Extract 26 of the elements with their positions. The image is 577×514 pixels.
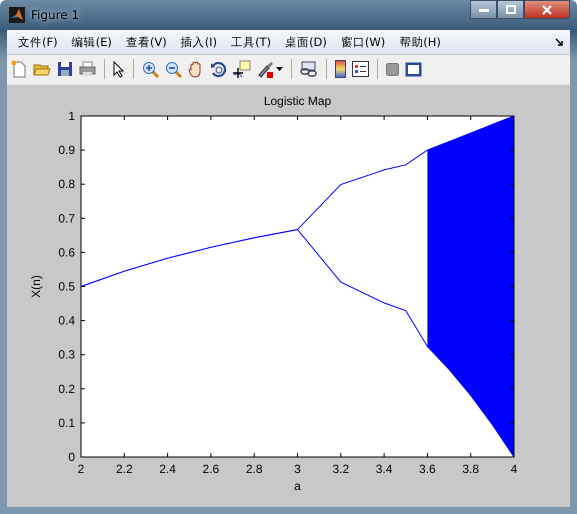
x-tick-label: 3.6	[419, 462, 436, 476]
y-tick-label: 0.5	[58, 280, 75, 294]
x-tick-label: 2.4	[159, 462, 176, 476]
y-tick-label: 0.1	[58, 416, 75, 430]
y-tick-label: 0.6	[58, 245, 75, 260]
x-tick-label: 2.2	[116, 462, 133, 476]
y-tick-label: 1	[68, 109, 75, 123]
x-tick-label: 3.2	[332, 462, 350, 476]
x-tick-label: 3	[294, 462, 301, 476]
x-tick-label: 4	[510, 462, 518, 476]
x-tick-label: 3.4	[376, 462, 392, 476]
x-tick-label: 3.8	[462, 462, 480, 476]
y-tick-label: 0.7	[58, 211, 75, 226]
y-tick-label: 0.8	[58, 177, 75, 192]
y-axis-label: X(n)	[29, 275, 43, 298]
window-title: Figure 1	[31, 8, 80, 22]
y-tick-label: 0.9	[58, 143, 75, 158]
y-tick-label: 0.4	[58, 314, 75, 328]
x-tick-label: 2.6	[202, 462, 220, 476]
chart-title: Logistic Map	[264, 94, 332, 108]
y-tick-label: 0.2	[58, 382, 75, 396]
x-tick-label: 2.8	[246, 462, 263, 476]
x-tick-label: 2	[78, 462, 84, 476]
y-tick-label: 0.3	[58, 348, 75, 362]
x-axis-label: a	[294, 479, 301, 493]
y-tick-label: 0	[68, 450, 75, 464]
